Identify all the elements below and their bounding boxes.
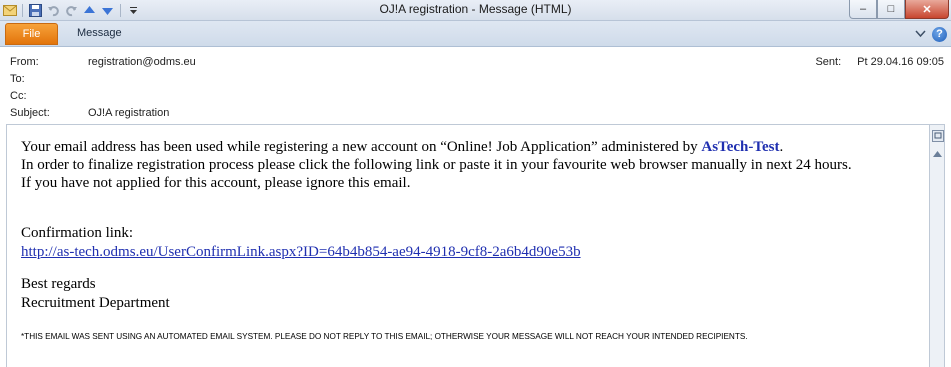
body-line-1-text: Your email address has been used while r… [21,139,702,155]
confirmation-label: Confirmation link: [21,225,134,241]
redacted-recipient [112,75,210,87]
maximize-button[interactable]: □ [877,0,905,19]
vertical-scrollbar[interactable] [929,124,945,367]
title-bar: OJ!A registration - Message (HTML) – □ ✕ [0,0,951,21]
sent-info: Sent: Pt 29.04.16 09:05 [815,56,944,68]
from-value[interactable]: registration@odms.eu [88,56,196,68]
ribbon-expand-icon[interactable] [915,25,926,43]
automated-email-notice: *THIS EMAIL WAS SENT USING AN AUTOMATED … [21,332,748,341]
sent-value: Pt 29.04.16 09:05 [857,56,944,68]
regards-text: Best regards [21,276,96,292]
ribbon-right-controls: ? [915,25,947,43]
ribbon-tabs: File Message ? [0,21,951,47]
sent-label: Sent: [815,56,842,68]
tab-file[interactable]: File [5,23,58,45]
confirmation-link[interactable]: http://as-tech.odms.eu/UserConfirmLink.a… [21,244,581,260]
scroll-up-icon[interactable] [931,147,944,161]
minimize-button[interactable]: – [849,0,877,19]
body-line-2: In order to finalize registration proces… [21,157,852,173]
to-label: To: [10,73,25,85]
body-line-1-end: . [779,139,784,155]
scrollbar-options-icon[interactable] [931,129,944,143]
body-line-1: Your email address has been used while r… [21,138,852,156]
window-title: OJ!A registration - Message (HTML) [379,2,572,16]
body-line-3: If you have not applied for this account… [21,175,411,191]
subject-value: OJ!A registration [88,107,170,119]
department-text: Recruitment Department [21,295,170,311]
message-content: Your email address has been used while r… [21,138,852,312]
help-icon[interactable]: ? [932,26,947,42]
message-header: From: registration@odms.eu To: Cc: Subje… [0,47,951,122]
tab-message[interactable]: Message [77,27,122,39]
subject-label: Subject: [10,107,50,119]
window-controls: – □ ✕ [849,0,949,19]
cc-label: Cc: [10,90,27,102]
company-name: AsTech-Test [701,139,780,155]
close-button[interactable]: ✕ [905,0,949,19]
from-label: From: [10,56,39,68]
